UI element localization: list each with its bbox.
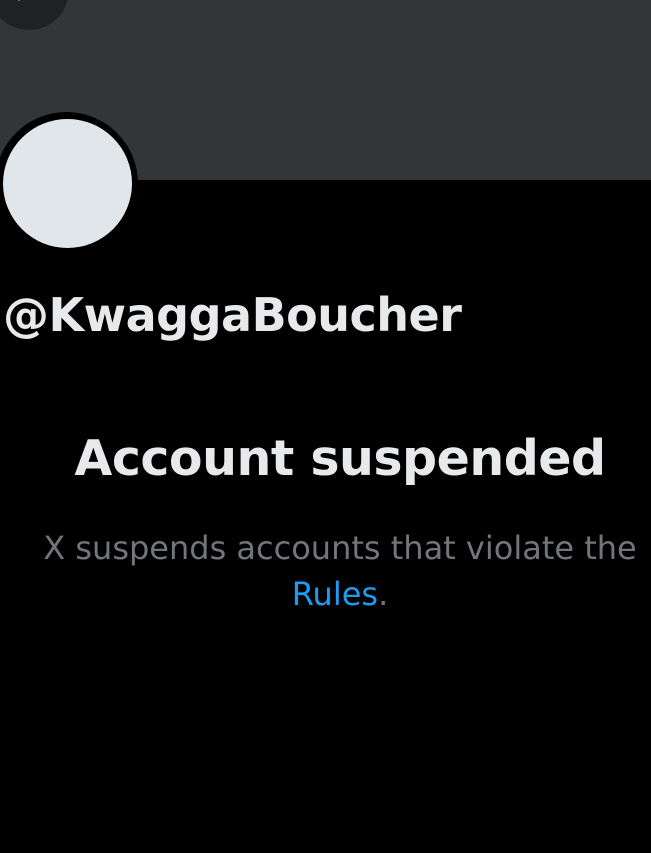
avatar <box>3 119 132 248</box>
message-period: . <box>378 575 389 613</box>
profile-page: @KwaggaBoucher Account suspended X suspe… <box>0 0 651 853</box>
arrow-left-icon <box>17 0 21 1</box>
suspension-title: Account suspended <box>74 430 606 487</box>
rules-link[interactable]: Rules <box>292 575 378 613</box>
suspension-message: X suspends accounts that violate the Rul… <box>0 525 651 617</box>
suspension-message-text: X suspends accounts that violate the <box>43 529 637 567</box>
profile-handle: @KwaggaBoucher <box>3 288 462 342</box>
